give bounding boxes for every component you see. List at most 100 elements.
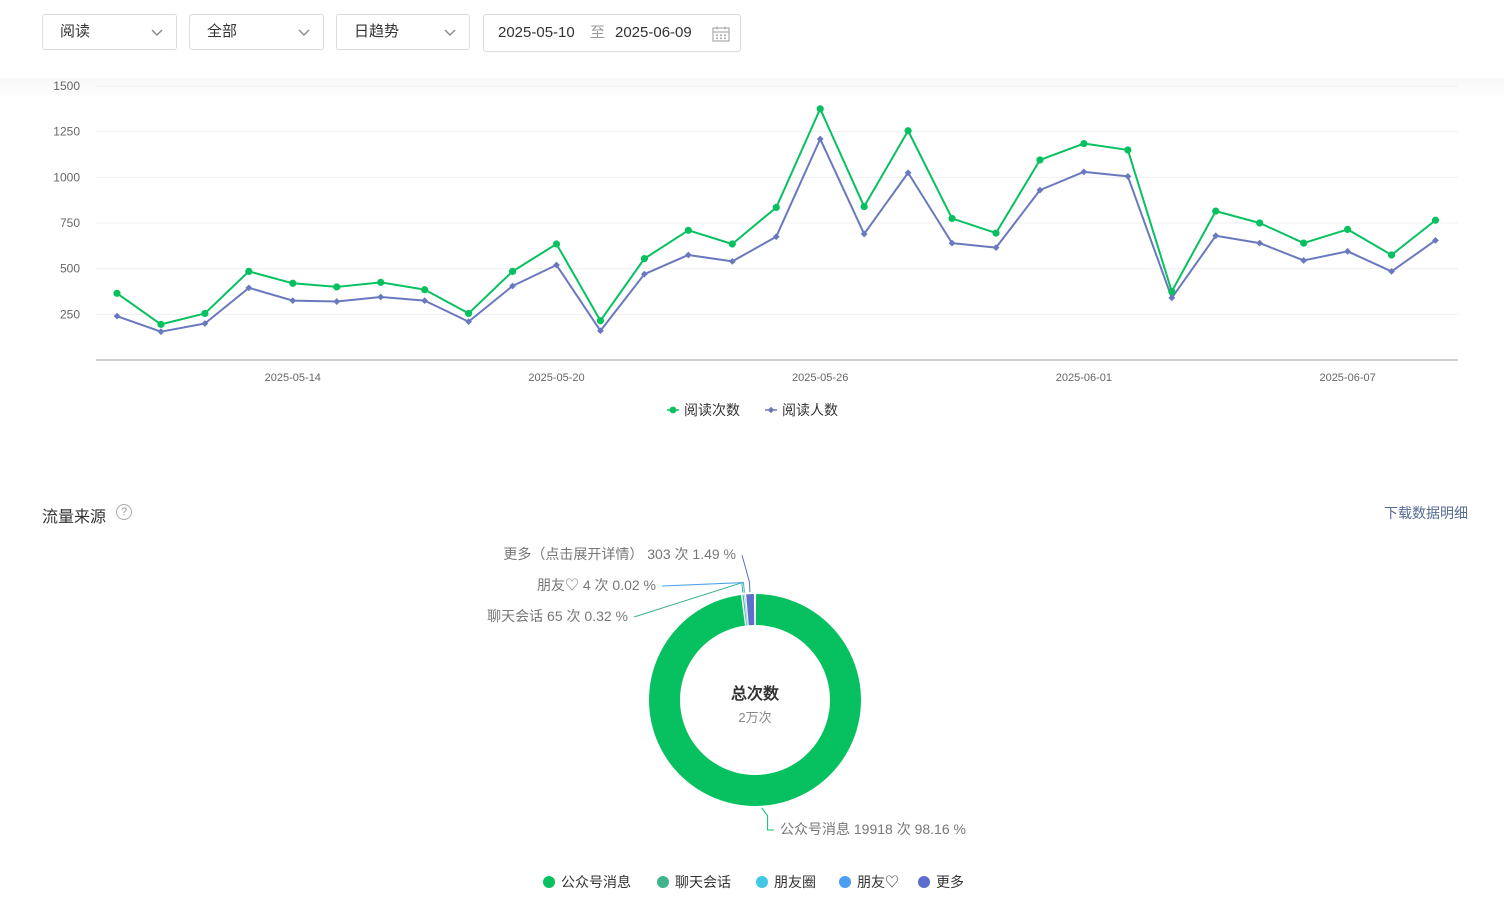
metric-select[interactable]: 阅读: [42, 14, 177, 50]
data-point: [1080, 139, 1088, 148]
legend-label: 阅读人数: [782, 402, 838, 418]
legend-item: 朋友♡: [839, 874, 899, 890]
data-point: [245, 267, 253, 276]
data-point: [1256, 239, 1264, 247]
callout-line: [661, 582, 745, 593]
data-point: [377, 293, 385, 301]
legend-item: 公众号消息: [543, 874, 631, 890]
data-point: [684, 251, 692, 259]
legend-marker: [918, 876, 930, 888]
legend-marker: [756, 876, 768, 888]
legend-item: 更多: [918, 874, 964, 890]
data-point: [596, 317, 605, 325]
data-point: [333, 283, 341, 291]
legend-item: 阅读人数: [765, 402, 838, 418]
data-point: [1168, 287, 1176, 296]
data-point: [157, 328, 165, 336]
data-point: [1344, 247, 1351, 255]
data-point: [1300, 239, 1308, 247]
data-point: [772, 203, 780, 212]
date-end[interactable]: 2025-06-09: [615, 15, 692, 51]
legend-label: 更多: [936, 874, 964, 890]
data-point: [640, 255, 649, 263]
x-tick-label: 2025-06-07: [1319, 372, 1375, 384]
y-tick-label: 1250: [53, 125, 80, 139]
legend-label: 聊天会话: [675, 874, 731, 890]
legend-marker: [767, 406, 775, 414]
legend-item: 聊天会话: [657, 874, 731, 890]
metric-select-value: 阅读: [60, 23, 91, 40]
data-point: [816, 105, 824, 113]
download-details-link[interactable]: 下载数据明细: [1384, 503, 1468, 523]
data-point: [465, 309, 473, 318]
data-point: [860, 202, 868, 211]
data-point: [333, 298, 341, 305]
data-point: [113, 289, 121, 297]
callout-line: [761, 807, 774, 831]
data-point: [113, 312, 121, 320]
data-point: [992, 229, 1000, 237]
y-tick-label: 500: [60, 262, 80, 276]
period-select-value: 日趋势: [354, 23, 400, 40]
legend-marker: [839, 876, 851, 888]
y-tick-label: 1000: [53, 170, 80, 184]
data-point: [508, 267, 517, 276]
x-tick-label: 2025-05-26: [792, 372, 848, 384]
legend-marker: [657, 876, 669, 888]
data-point: [201, 309, 209, 318]
data-point: [948, 214, 956, 223]
scope-select[interactable]: 全部: [189, 14, 324, 50]
data-point: [1256, 219, 1264, 227]
y-tick-label: 1500: [53, 79, 80, 93]
y-tick-label: 250: [60, 307, 80, 321]
chevron-down-icon: [298, 29, 310, 36]
date-range-picker[interactable]: 2025-05-10 至 2025-06-09: [483, 14, 741, 52]
data-point: [1344, 225, 1352, 233]
donut-center-title: 总次数: [731, 684, 780, 703]
data-point: [289, 297, 297, 305]
callout-line: [741, 554, 751, 593]
scope-select-value: 全部: [207, 23, 238, 40]
chevron-down-icon: [444, 29, 456, 36]
data-point: [1300, 257, 1308, 264]
data-point: [684, 226, 692, 234]
y-tick-label: 750: [60, 216, 80, 230]
data-point: [421, 297, 429, 305]
legend-marker: [669, 406, 677, 414]
data-point: [1387, 251, 1396, 259]
legend-label: 阅读次数: [684, 402, 740, 418]
data-point: [728, 240, 736, 248]
trend-chart-panel: 250 500 750 1000 1250 1500 2025-05-14 2025-05-2…: [0, 78, 1504, 458]
help-icon[interactable]: ?: [116, 504, 132, 520]
data-point: [1431, 216, 1440, 224]
data-point: [816, 135, 824, 143]
legend-label: 朋友圈: [774, 874, 816, 890]
x-tick-label: 2025-05-20: [528, 372, 584, 384]
donut-slice: [746, 594, 755, 626]
date-separator: 至: [590, 24, 606, 41]
x-tick-label: 2025-06-01: [1056, 372, 1112, 384]
data-point: [552, 240, 561, 248]
series-line: [116, 107, 1437, 326]
callout-label: 聊天会话 65 次 0.32 %: [487, 608, 628, 624]
data-point: [157, 320, 165, 328]
legend-item: 朋友圈: [756, 874, 816, 890]
data-point: [1080, 168, 1088, 176]
date-start[interactable]: 2025-05-10: [498, 15, 575, 51]
callout-label: 公众号消息 19918 次 98.16 %: [780, 821, 966, 837]
data-point: [1036, 156, 1044, 164]
data-point: [904, 127, 912, 135]
data-point: [1124, 146, 1132, 154]
callout-label: 更多（点击展开详情） 303 次 1.49 %: [503, 546, 736, 562]
x-tick-label: 2025-05-14: [265, 372, 321, 384]
data-point: [289, 279, 297, 287]
legend-label: 朋友♡: [857, 874, 899, 890]
calendar-icon[interactable]: [712, 26, 730, 42]
chevron-down-icon: [151, 29, 163, 36]
callout-label: 朋友♡ 4 次 0.02 %: [537, 577, 656, 593]
legend-item: 阅读次数: [667, 402, 740, 418]
legend-label: 公众号消息: [561, 874, 631, 890]
filter-bar: 阅读 全部 日趋势 2025-05-10 至 2025-06-09: [0, 0, 1504, 78]
period-select[interactable]: 日趋势: [336, 14, 470, 50]
data-point: [1124, 173, 1132, 180]
